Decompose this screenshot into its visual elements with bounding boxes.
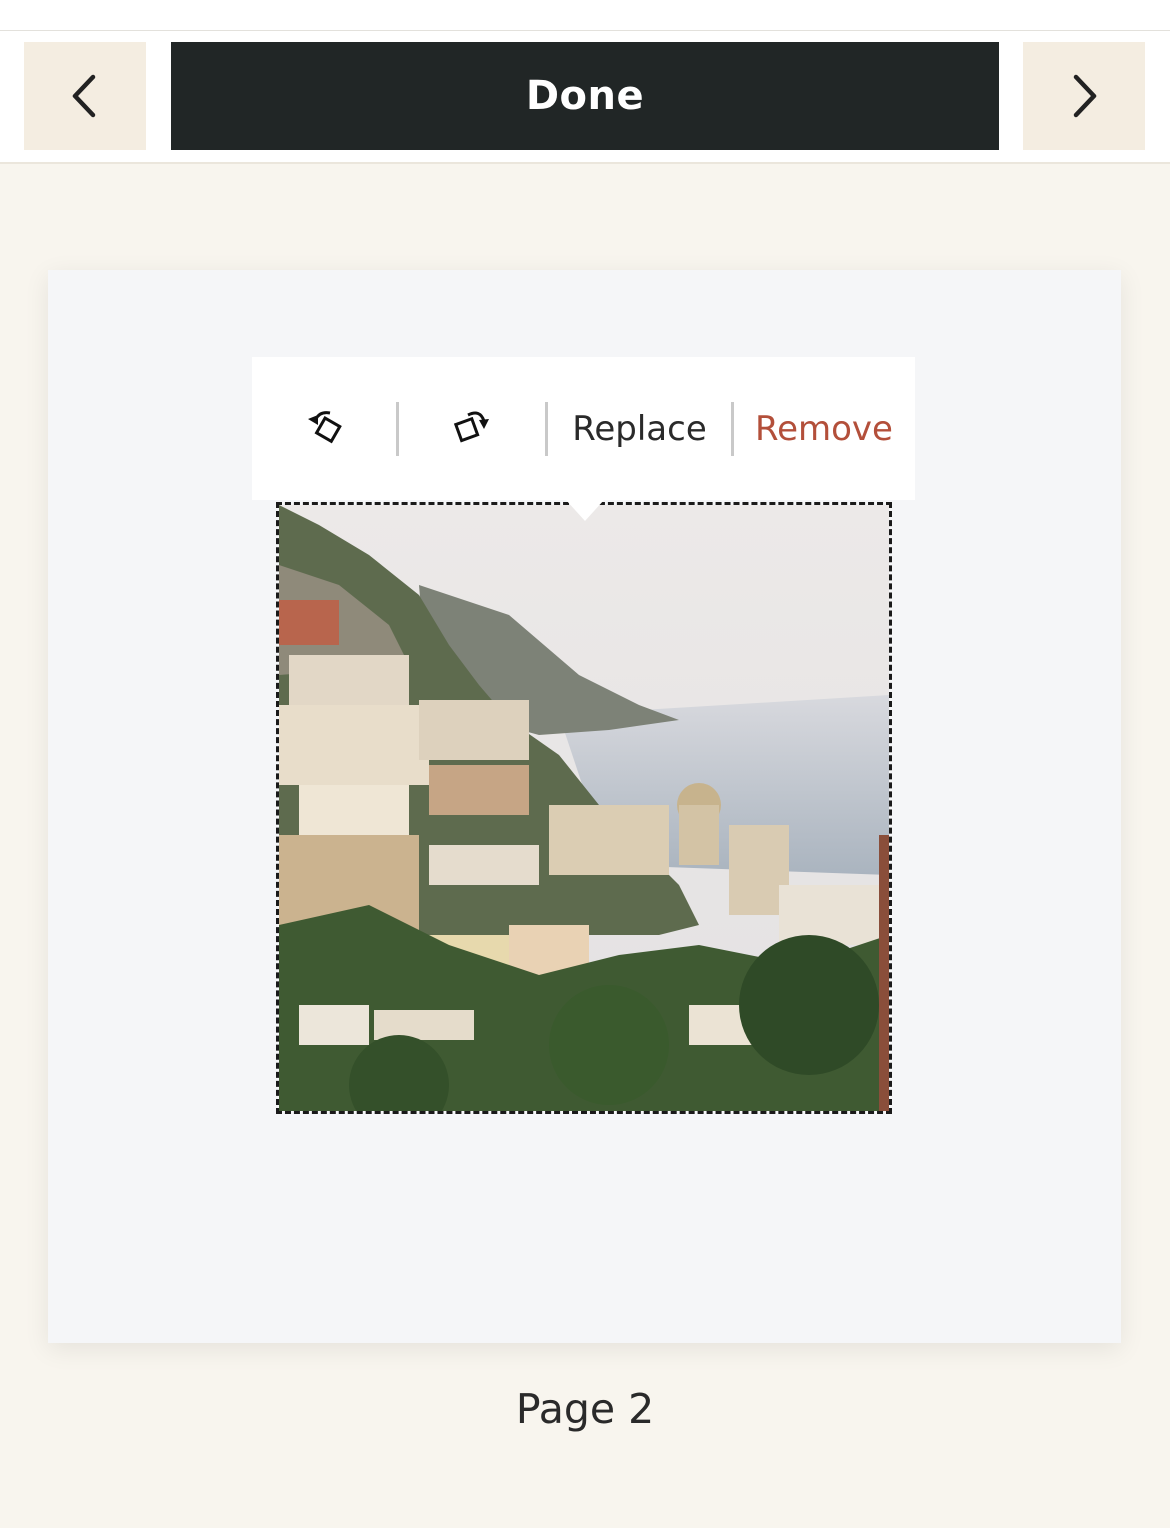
coastal-town-photo [279,505,889,1111]
chevron-left-icon [72,74,96,118]
chevron-right-icon [1073,74,1097,118]
page-number-label: Page 2 [515,1385,655,1433]
editor-toolbar: Done [0,31,1170,164]
replace-button[interactable]: Replace [548,357,731,500]
popover-pointer [566,500,604,521]
done-button[interactable]: Done [171,42,999,150]
rotate-right-icon [453,411,489,442]
photo-options-popover: Replace Remove [252,357,915,500]
next-page-button[interactable] [1023,42,1145,150]
rotate-left-icon [308,410,342,443]
selected-photo-frame[interactable] [276,502,892,1114]
top-status-strip [0,0,1170,31]
remove-button[interactable]: Remove [734,357,914,500]
rotate-left-button[interactable] [252,357,396,500]
previous-page-button[interactable] [24,42,146,150]
rotate-right-button[interactable] [399,357,545,500]
